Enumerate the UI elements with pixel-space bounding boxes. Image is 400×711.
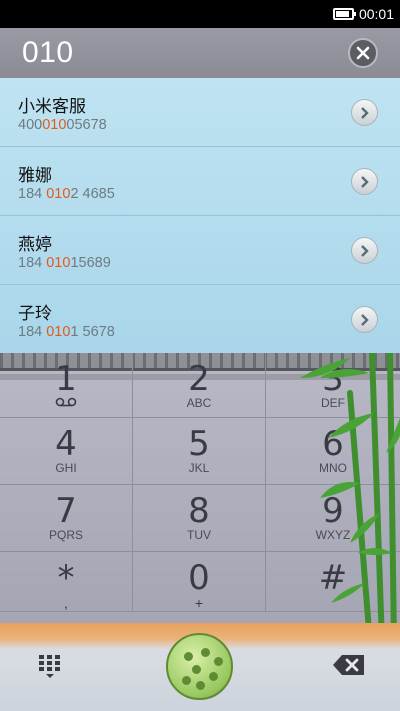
contact-name: 子玲: [18, 304, 52, 324]
dial-input[interactable]: 010: [22, 36, 74, 70]
voicemail-icon: [55, 397, 77, 407]
contact-detail-button[interactable]: [351, 306, 378, 333]
contact-result-row[interactable]: 小米客服 40001005678: [0, 78, 400, 147]
status-clock: 00:01: [358, 6, 394, 22]
contact-result-row[interactable]: 燕婷 184 01015689: [0, 216, 400, 285]
chevron-right-icon: [361, 314, 369, 326]
key-1[interactable]: 1: [0, 353, 133, 418]
key-2[interactable]: 2 ABC: [133, 353, 266, 418]
key-7[interactable]: 7 PQRS: [0, 485, 133, 552]
contact-detail-button[interactable]: [351, 99, 378, 126]
key-star[interactable]: * ,: [0, 552, 133, 612]
key-5[interactable]: 5 JKL: [133, 418, 266, 485]
chevron-right-icon: [361, 107, 369, 119]
dialpad-grid-icon[interactable]: [37, 653, 63, 679]
chevron-right-icon: [361, 176, 369, 188]
close-icon: [356, 46, 370, 60]
search-header: 010: [0, 28, 400, 78]
contact-result-row[interactable]: 子玲 184 0101 5678: [0, 285, 400, 354]
contact-number: 40001005678: [18, 117, 107, 133]
contact-name: 燕婷: [18, 235, 52, 255]
contact-name: 雅娜: [18, 166, 52, 186]
bottom-action-bar: [0, 623, 400, 711]
contact-detail-button[interactable]: [351, 168, 378, 195]
contact-detail-button[interactable]: [351, 237, 378, 264]
contact-number: 184 0101 5678: [18, 324, 115, 340]
contact-results-list: 小米客服 40001005678 雅娜 184 0102 4685 燕婷 184…: [0, 78, 400, 354]
chevron-right-icon: [361, 245, 369, 257]
clear-button[interactable]: [348, 38, 378, 68]
contact-number: 184 01015689: [18, 255, 111, 271]
dialpad: 1 2 ABC 3 DEF 4 GHI 5 JKL 6 MNO 7 PQRS 8…: [0, 353, 400, 623]
bamboo-decoration: [300, 353, 400, 623]
call-button[interactable]: [166, 633, 233, 700]
contact-result-row[interactable]: 雅娜 184 0102 4685: [0, 147, 400, 216]
status-bar: 00:01: [0, 0, 400, 28]
backspace-icon[interactable]: [332, 654, 366, 676]
battery-icon: [333, 8, 356, 20]
key-8[interactable]: 8 TUV: [133, 485, 266, 552]
key-4[interactable]: 4 GHI: [0, 418, 133, 485]
key-0[interactable]: 0 +: [133, 552, 266, 612]
contact-number: 184 0102 4685: [18, 186, 115, 202]
contact-name: 小米客服: [18, 97, 86, 117]
